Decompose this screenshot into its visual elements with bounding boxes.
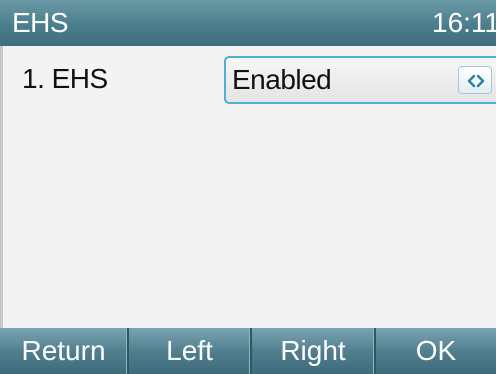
settings-list: 1. EHS Enabled bbox=[0, 46, 496, 328]
ehs-select[interactable]: Enabled bbox=[224, 56, 496, 104]
phone-screen: EHS 16:11 1. EHS Enabled Return Left Rig… bbox=[0, 0, 496, 374]
clock: 16:11 bbox=[432, 7, 496, 38]
page-title: EHS bbox=[12, 7, 69, 38]
right-button[interactable]: Right bbox=[252, 328, 376, 374]
ehs-select-value: Enabled bbox=[232, 64, 332, 95]
left-right-arrows-icon[interactable] bbox=[458, 66, 492, 94]
left-button[interactable]: Left bbox=[129, 328, 252, 374]
content-left-border bbox=[0, 46, 3, 328]
ehs-item-label: 1. EHS bbox=[22, 63, 108, 94]
softkey-bar: Return Left Right OK bbox=[0, 328, 496, 374]
status-bar: EHS 16:11 bbox=[0, 0, 496, 46]
ok-button[interactable]: OK bbox=[376, 328, 496, 374]
return-button[interactable]: Return bbox=[0, 328, 129, 374]
